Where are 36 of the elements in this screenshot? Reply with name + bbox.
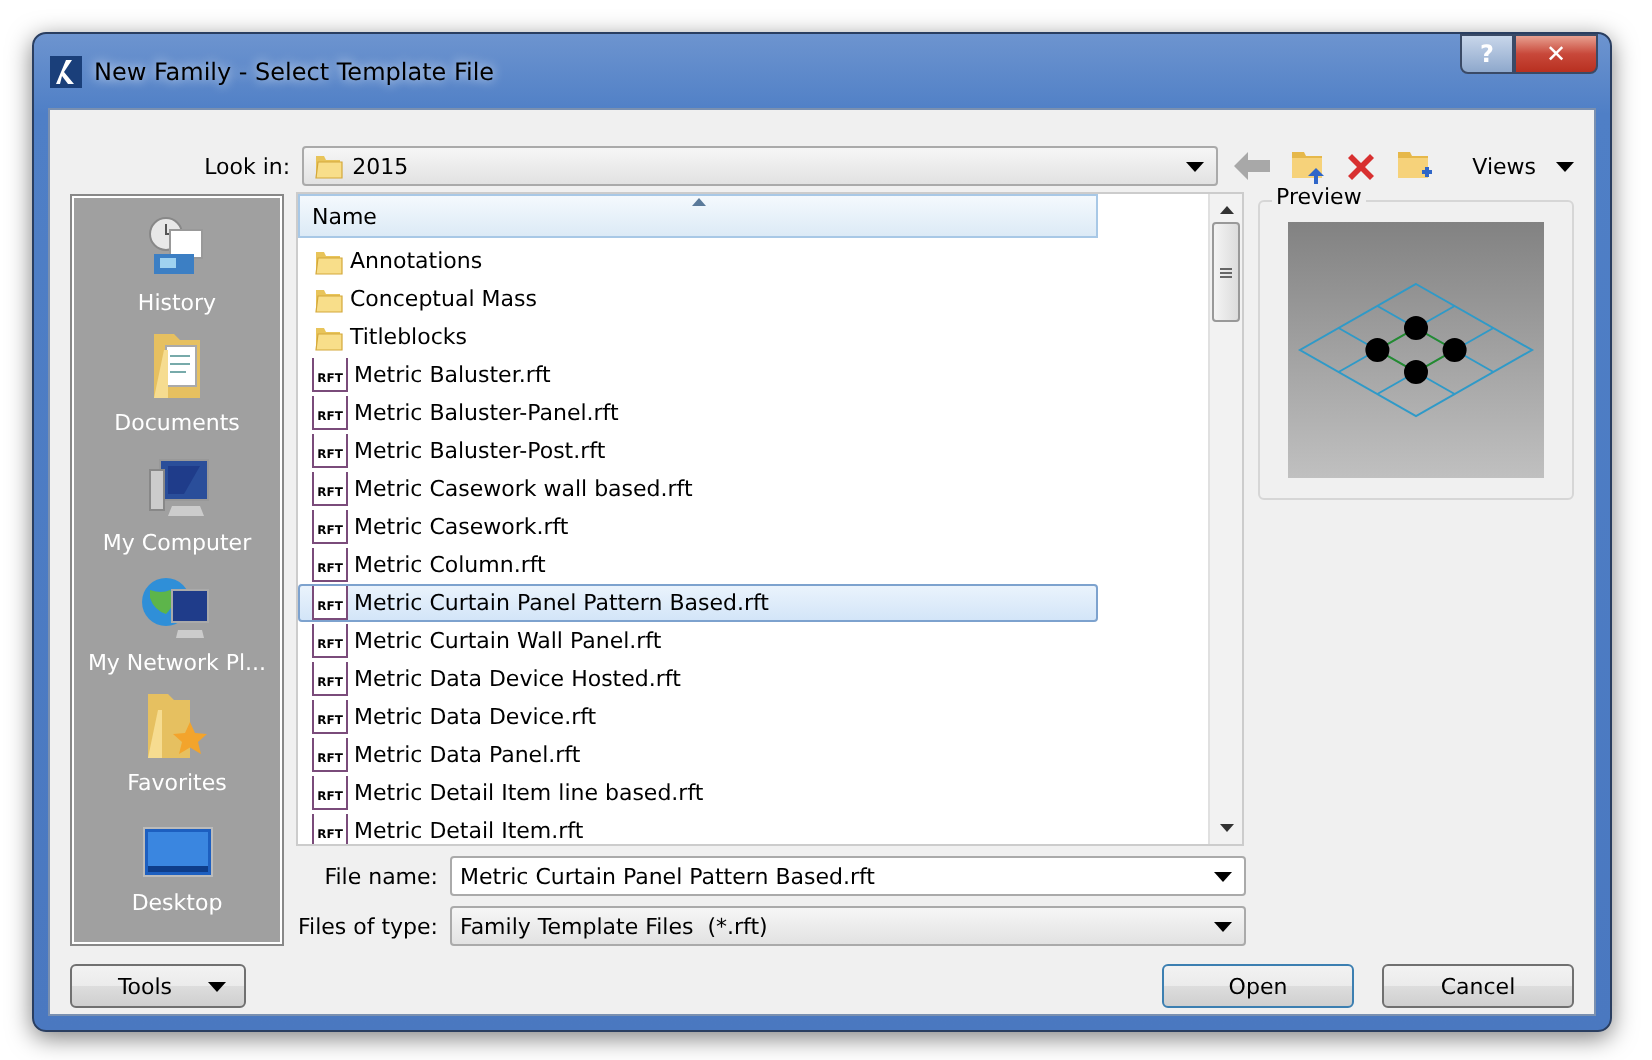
open-button[interactable]: Open xyxy=(1162,964,1354,1008)
dropdown-arrow-icon xyxy=(1556,161,1574,171)
folder-up-icon[interactable] xyxy=(1290,148,1327,184)
scroll-up-icon[interactable] xyxy=(1219,206,1233,214)
close-button[interactable]: ✕ xyxy=(1514,34,1598,74)
dropdown-arrow-icon xyxy=(1214,871,1232,881)
dropdown-arrow-icon xyxy=(1186,161,1205,171)
file-list-item[interactable]: Conceptual Mass xyxy=(298,280,1098,318)
sort-arrow-icon xyxy=(692,198,706,206)
window-title: New Family - Select Template File xyxy=(94,57,495,85)
tools-button[interactable]: Tools xyxy=(70,964,246,1008)
look-in-dropdown[interactable]: 2015 xyxy=(302,146,1219,186)
file-name-field[interactable]: Metric Curtain Panel Pattern Based.rft xyxy=(450,856,1246,896)
cancel-button[interactable]: Cancel xyxy=(1382,964,1574,1008)
views-button[interactable]: Views xyxy=(1472,153,1536,179)
grip-icon xyxy=(1220,267,1232,277)
file-list-item[interactable]: Annotations xyxy=(298,242,1098,280)
file-type-dropdown[interactable]: Family Template Files (*.rft) xyxy=(450,906,1246,946)
folder-icon xyxy=(312,150,345,182)
desktop-icon xyxy=(141,826,213,882)
scrollbar[interactable] xyxy=(1208,194,1242,844)
folder-star-icon xyxy=(142,690,211,762)
new-folder-icon[interactable] xyxy=(1396,148,1433,184)
dropdown-arrow-icon xyxy=(208,981,227,991)
look-in-label: Look in: xyxy=(202,153,293,179)
name-column-header[interactable]: Name xyxy=(298,194,1098,238)
file-name-label: File name: xyxy=(322,863,440,889)
preview-label: Preview xyxy=(1272,184,1366,210)
computer-icon xyxy=(143,454,211,522)
delete-icon[interactable] xyxy=(1346,151,1377,181)
file-list-item[interactable]: Titleblocks xyxy=(298,318,1098,356)
globe-computer-icon xyxy=(140,574,213,642)
file-type-label: Files of type: xyxy=(296,913,440,939)
scroll-down-icon[interactable] xyxy=(1219,824,1233,832)
app-logo-icon xyxy=(50,55,82,87)
dropdown-arrow-icon xyxy=(1214,921,1232,931)
